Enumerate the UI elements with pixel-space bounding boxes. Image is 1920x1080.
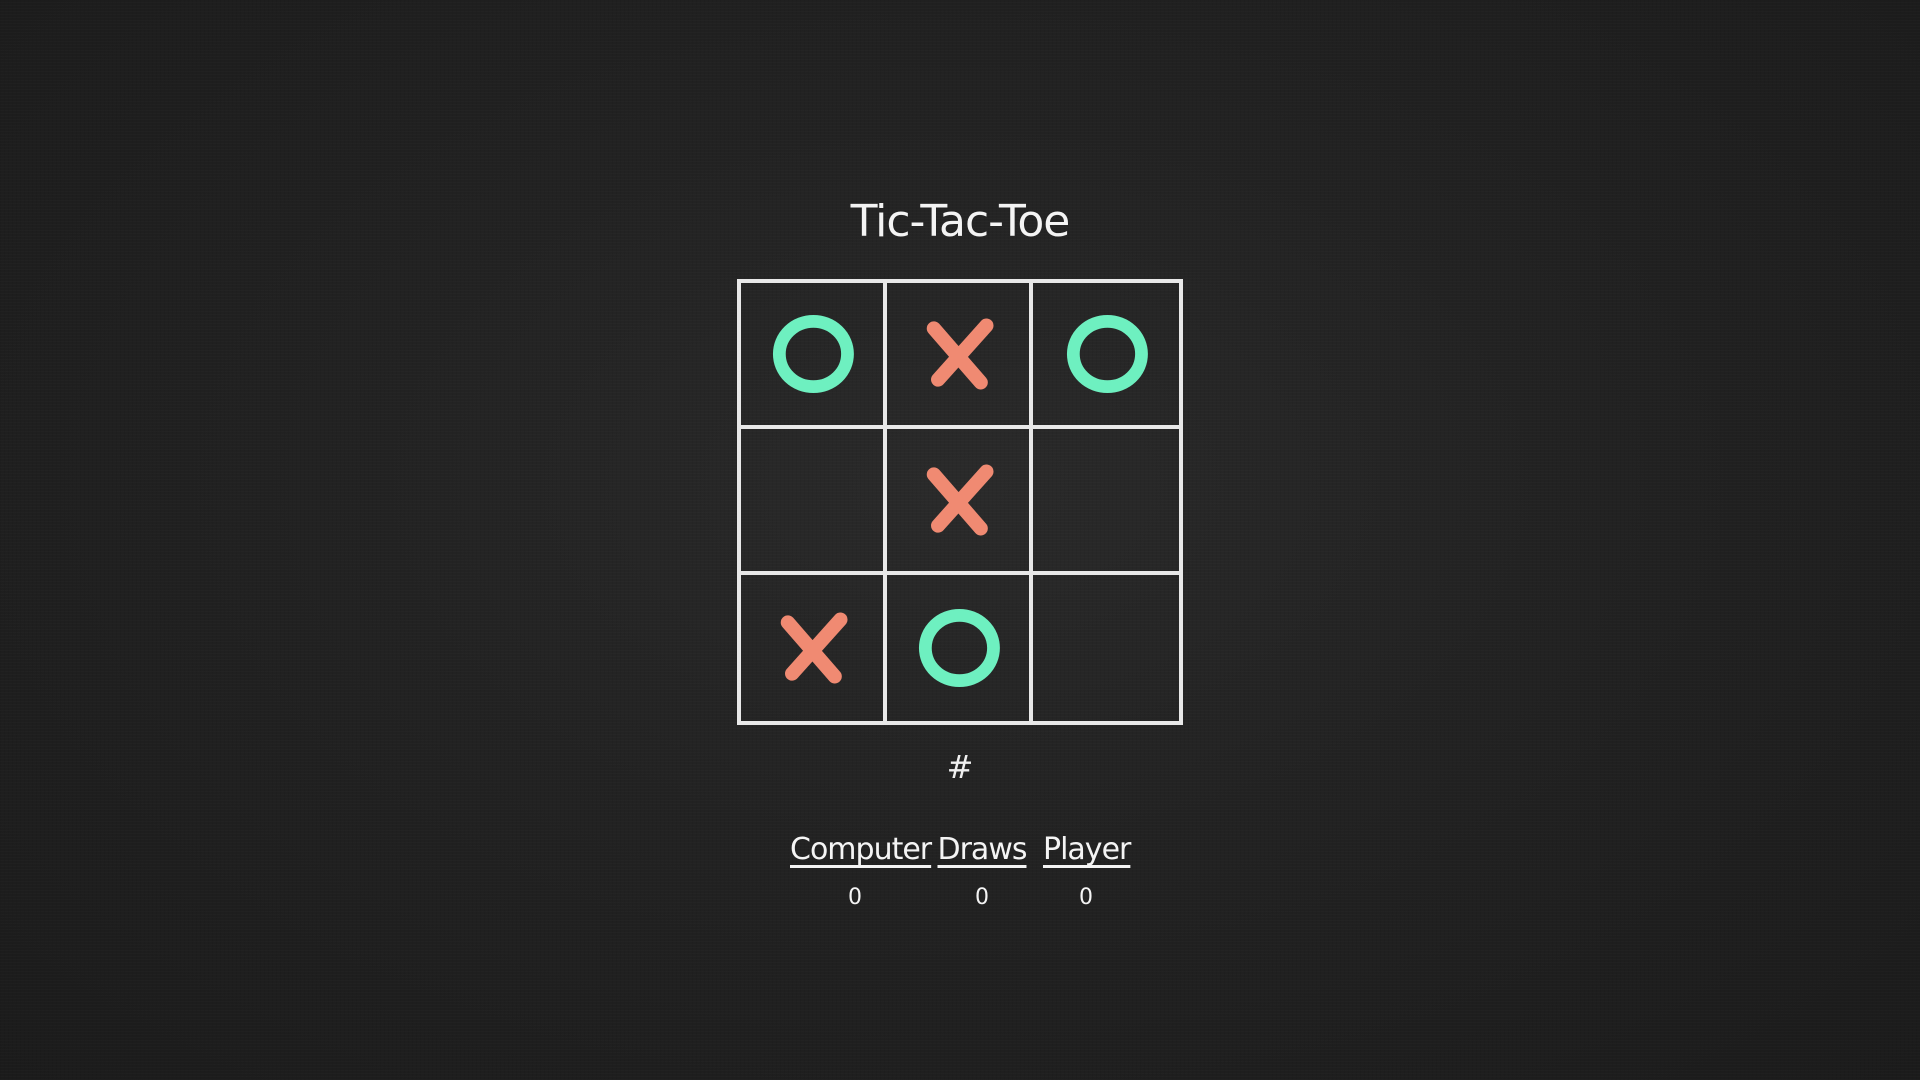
- board-cell-2-3[interactable]: [1033, 429, 1179, 575]
- score-draws-label: Draws: [937, 832, 1028, 867]
- game-board: [737, 279, 1183, 725]
- score-computer-label: Computer: [790, 832, 932, 867]
- x-mark-icon: [780, 612, 848, 684]
- score-draws: Draws 0: [934, 832, 1030, 910]
- scoreboard: Computer 0 Draws 0 Player 0: [0, 832, 1920, 932]
- score-player: Player 0: [1043, 832, 1131, 910]
- board-cell-2-1[interactable]: [741, 429, 887, 575]
- reset-button[interactable]: #: [0, 748, 1920, 786]
- board-cell-2-2[interactable]: [887, 429, 1033, 575]
- score-player-label: Player: [1043, 832, 1131, 867]
- board-cell-1-2[interactable]: [887, 283, 1033, 429]
- board-cell-3-3[interactable]: [1033, 575, 1179, 721]
- board-cell-3-1[interactable]: [741, 575, 887, 721]
- board-cell-3-2[interactable]: [887, 575, 1033, 721]
- o-mark-icon: [1066, 314, 1148, 394]
- game-title: Tic-Tac-Toe: [850, 196, 1071, 247]
- board-cell-1-3[interactable]: [1033, 283, 1179, 429]
- board-cell-1-1[interactable]: [741, 283, 887, 429]
- x-mark-icon: [926, 318, 994, 390]
- x-mark-icon: [926, 464, 994, 536]
- score-player-value: 0: [1079, 885, 1093, 910]
- o-mark-icon: [772, 314, 854, 394]
- o-mark-icon: [918, 608, 1000, 688]
- score-draws-value: 0: [975, 885, 989, 910]
- score-computer: Computer 0: [790, 832, 932, 910]
- score-computer-value: 0: [848, 885, 862, 910]
